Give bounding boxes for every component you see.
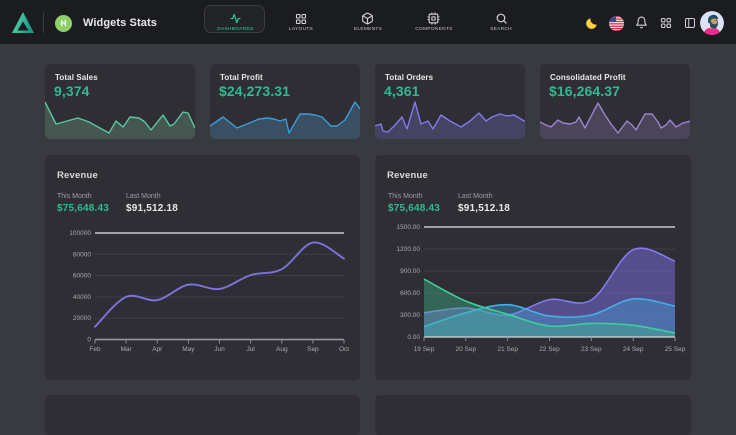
svg-text:0: 0 [87,337,91,344]
svg-text:600.00: 600.00 [400,290,420,297]
svg-text:100000: 100000 [69,230,91,237]
svg-text:25 Sep: 25 Sep [665,346,686,353]
svg-text:20 Sep: 20 Sep [455,346,476,353]
svg-text:1500.00: 1500.00 [397,224,421,231]
svg-text:Jul: Jul [246,346,255,353]
svg-text:Mar: Mar [120,346,132,353]
svg-text:1200.00: 1200.00 [397,246,421,253]
svg-text:Apr: Apr [152,346,163,353]
svg-text:21 Sep: 21 Sep [497,346,518,353]
svg-text:Jun: Jun [214,346,225,353]
svg-text:23 Sep: 23 Sep [581,346,602,353]
svg-text:0.00: 0.00 [407,334,420,341]
svg-text:Oct: Oct [339,346,349,353]
svg-text:Aug: Aug [276,346,288,353]
svg-text:300.00: 300.00 [400,312,420,319]
svg-text:80000: 80000 [73,251,91,258]
svg-text:Sep: Sep [307,346,319,353]
svg-text:900.00: 900.00 [400,268,420,275]
svg-text:24 Sep: 24 Sep [623,346,644,353]
svg-text:20000: 20000 [73,315,91,322]
svg-text:19 Sep: 19 Sep [414,346,435,353]
svg-text:Feb: Feb [89,346,101,353]
svg-text:May: May [182,346,195,353]
svg-text:60000: 60000 [73,273,91,280]
svg-text:22 Sep: 22 Sep [539,346,560,353]
svg-text:40000: 40000 [73,294,91,301]
